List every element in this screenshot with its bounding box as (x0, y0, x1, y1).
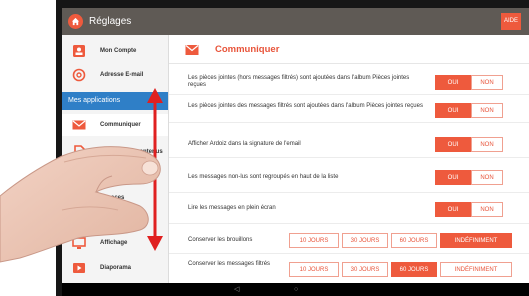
scroll-arrow-icon (147, 88, 163, 251)
